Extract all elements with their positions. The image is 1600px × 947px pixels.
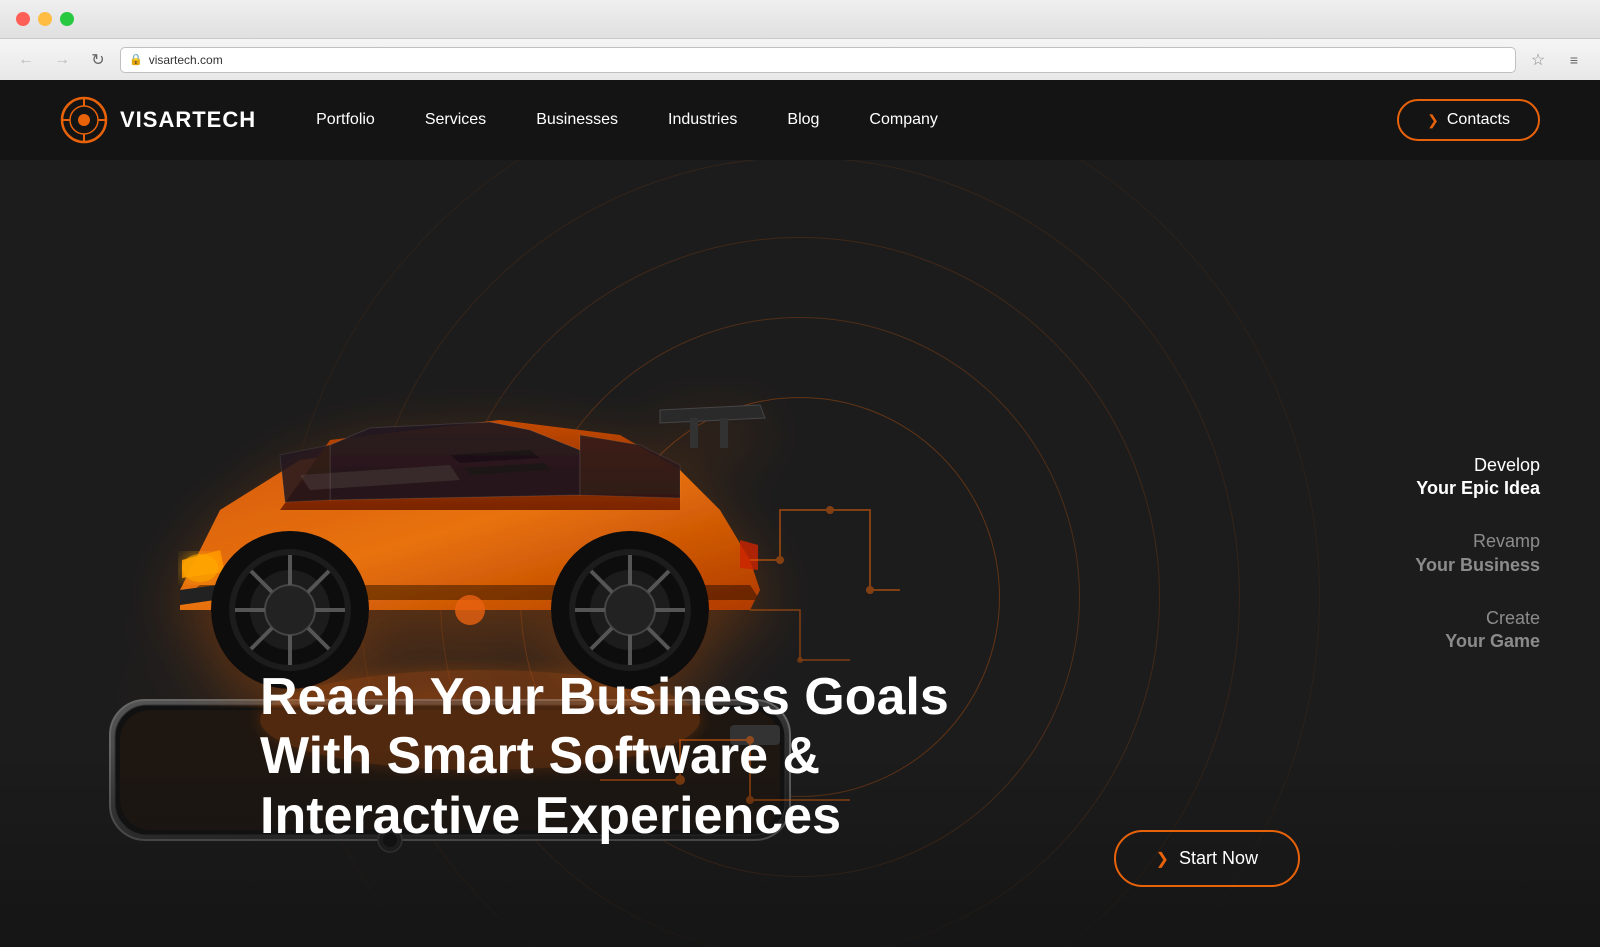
sidebar-item-revamp-line1: Revamp — [1415, 530, 1540, 553]
mac-titlebar — [0, 0, 1600, 38]
back-button[interactable]: ← — [12, 46, 40, 74]
nav-links: Portfolio Services Businesses Industries… — [316, 111, 1397, 129]
address-text: visartech.com — [149, 53, 223, 67]
nav-blog[interactable]: Blog — [787, 111, 819, 129]
nav-services[interactable]: Services — [425, 111, 486, 129]
start-now-button[interactable]: ❯ Start Now — [1114, 830, 1300, 887]
mac-toolbar: ← → ↻ 🔒 visartech.com ☆ ≡ — [0, 38, 1600, 80]
sidebar-item-revamp-line2: Your Business — [1415, 554, 1540, 577]
nav-portfolio[interactable]: Portfolio — [316, 111, 375, 129]
close-button[interactable] — [16, 12, 30, 26]
start-btn-label: Start Now — [1179, 848, 1258, 869]
nav-industries[interactable]: Industries — [668, 111, 737, 129]
forward-button[interactable]: → — [48, 46, 76, 74]
hero-sidebar-nav: Develop Your Epic Idea Revamp Your Busin… — [1415, 453, 1540, 653]
hero-section: Reach Your Business Goals With Smart Sof… — [0, 160, 1600, 947]
sidebar-item-develop-line2: Your Epic Idea — [1415, 477, 1540, 500]
logo-text: VISARTECH — [120, 107, 256, 133]
sidebar-item-develop[interactable]: Develop Your Epic Idea — [1415, 453, 1540, 500]
menu-button[interactable]: ≡ — [1560, 46, 1588, 74]
nav-company[interactable]: Company — [869, 111, 937, 129]
nav-businesses[interactable]: Businesses — [536, 111, 618, 129]
hero-title: Reach Your Business Goals With Smart Sof… — [260, 668, 960, 847]
minimize-button[interactable] — [38, 12, 52, 26]
sidebar-item-create-line2: Your Game — [1415, 630, 1540, 653]
sidebar-item-develop-line1: Develop — [1415, 453, 1540, 476]
contacts-button[interactable]: ❯ Contacts — [1397, 99, 1540, 141]
mac-chrome: ← → ↻ 🔒 visartech.com ☆ ≡ — [0, 0, 1600, 80]
maximize-button[interactable] — [60, 12, 74, 26]
lock-icon: 🔒 — [129, 53, 143, 66]
bookmark-button[interactable]: ☆ — [1524, 46, 1552, 74]
contacts-label: Contacts — [1447, 111, 1510, 129]
logo[interactable]: VISARTECH — [60, 96, 256, 144]
sidebar-item-revamp[interactable]: Revamp Your Business — [1415, 530, 1540, 577]
sidebar-item-create-line1: Create — [1415, 607, 1540, 630]
address-bar[interactable]: 🔒 visartech.com — [120, 47, 1516, 73]
hero-text-block: Reach Your Business Goals With Smart Sof… — [260, 668, 960, 887]
logo-icon — [60, 96, 108, 144]
contacts-arrow-icon: ❯ — [1427, 112, 1439, 129]
start-btn-arrow-icon: ❯ — [1156, 849, 1169, 869]
sidebar-item-create[interactable]: Create Your Game — [1415, 607, 1540, 654]
navigation: VISARTECH Portfolio Services Businesses … — [0, 80, 1600, 160]
refresh-button[interactable]: ↻ — [84, 46, 112, 74]
website-content: VISARTECH Portfolio Services Businesses … — [0, 80, 1600, 947]
